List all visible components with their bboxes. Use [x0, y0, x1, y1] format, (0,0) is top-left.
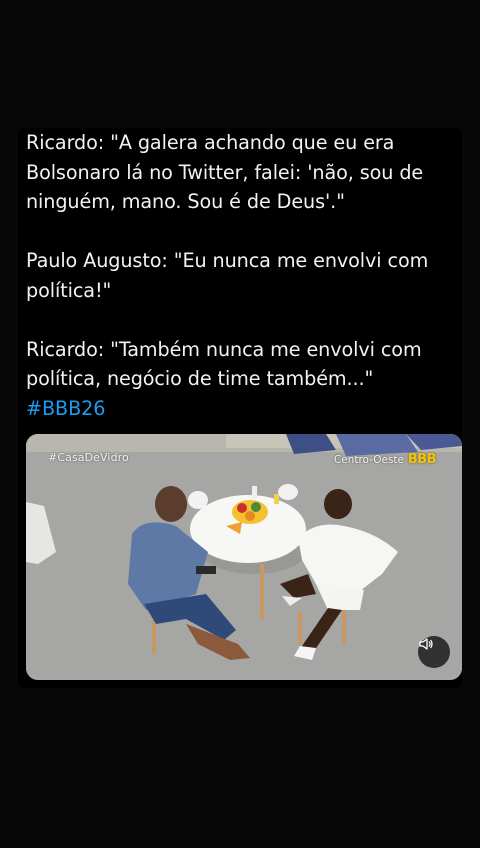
volume-icon — [419, 638, 433, 650]
tweet-body: Ricardo: "A galera achando que eu era Bo… — [26, 128, 458, 423]
channel-tag: #CasaDeVidro — [48, 451, 129, 464]
volume-button[interactable] — [418, 636, 450, 668]
video-frame — [26, 434, 462, 680]
video-player[interactable]: #CasaDeVidro Centro-Oeste BBB — [26, 434, 462, 680]
tweet-line: Bolsonaro lá no Twitter, falei: 'não, so… — [26, 160, 424, 184]
location-label: Centro-Oeste — [333, 454, 404, 466]
tweet-line: Paulo Augusto: "Eu nunca me envolvi com — [26, 249, 429, 272]
tweet-line: política!" — [26, 278, 112, 302]
tweet-line: política, negócio de time também..." — [26, 367, 374, 390]
bbb-logo: BBB — [407, 452, 437, 467]
tweet-line: Ricardo: "A galera achando que eu era — [26, 131, 395, 154]
tweet-line: ninguém, mano. Sou é de Deus'." — [26, 190, 345, 213]
hashtag-link[interactable]: #BBB26 — [26, 394, 458, 424]
tweet-line: Ricardo: "Também nunca me envolvi com — [26, 337, 422, 361]
